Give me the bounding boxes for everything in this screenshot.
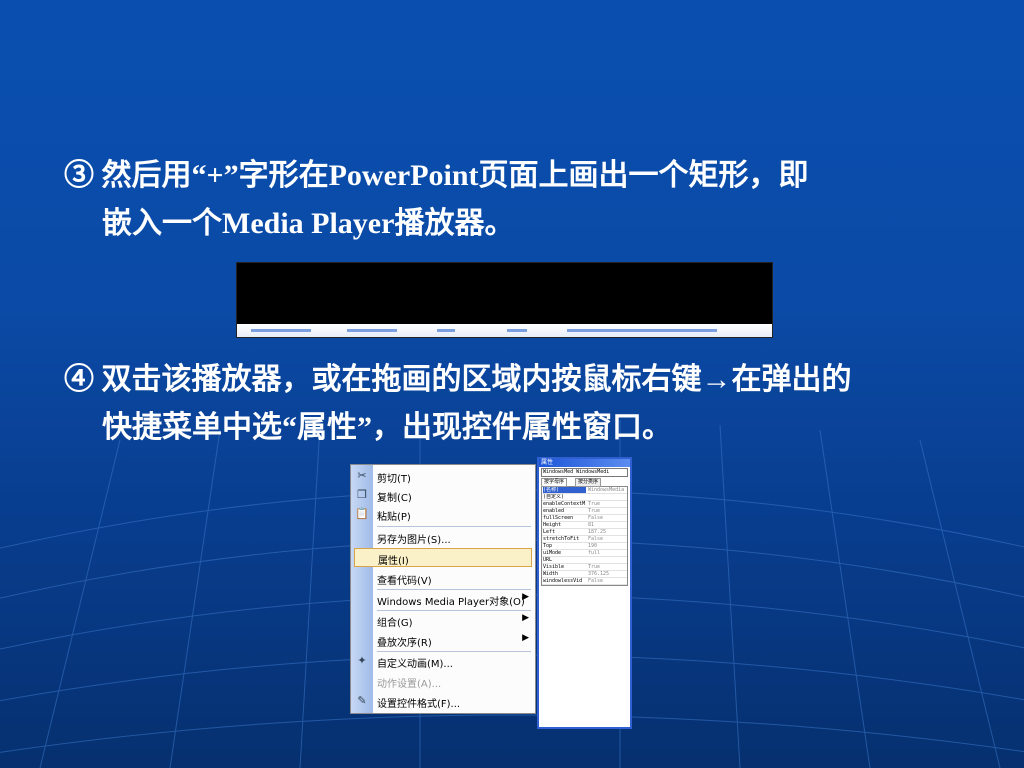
media-player-embed[interactable]	[236, 262, 773, 338]
format-control-icon: ✎	[357, 694, 367, 707]
property-row[interactable]: Width 376.125	[542, 571, 627, 578]
scissors-icon: ✂	[357, 469, 367, 482]
property-grid: (名称) WindowsMedia (自定义) enableContextM True e…	[541, 486, 628, 586]
property-name: Height	[543, 522, 562, 528]
property-value[interactable]: full	[588, 550, 627, 556]
step-3-line-1: ③ 然后用“+”字形在PowerPoint页面上画出一个矩形，即	[64, 159, 809, 192]
property-name: uiMode	[543, 550, 562, 556]
property-row[interactable]: windowlessVid False	[542, 578, 627, 585]
property-row[interactable]: enableContextM True	[542, 501, 627, 508]
properties-title: 属性	[539, 459, 630, 467]
menu-item-save-as-picture[interactable]: 另存为图片(S)...	[351, 528, 535, 547]
step-4-text: ④ 双击该播放器，或在拖画的区域内按鼠标右键→在弹出的 快捷菜单中选“属性”，出…	[64, 356, 964, 452]
property-value[interactable]: 190	[588, 543, 627, 549]
property-name: Width	[543, 571, 559, 577]
context-menu: ✂ 剪切(T) ❐ 复制(C) 📋 粘贴(P) 另存为图片(S)... 属性(I…	[350, 464, 536, 714]
paste-icon: 📋	[355, 507, 369, 520]
property-row[interactable]: uiMode full	[542, 550, 627, 557]
property-row[interactable]: Left 187.25	[542, 529, 627, 536]
tab-alphabetic[interactable]: 按字母序	[541, 478, 568, 487]
property-name: Top	[543, 543, 553, 549]
menu-item-properties[interactable]: 属性(I)	[354, 548, 532, 567]
property-name: (自定义)	[543, 494, 565, 500]
submenu-arrow-icon: ▶	[522, 592, 529, 602]
menu-item-action-settings: 动作设置(A)...	[377, 679, 442, 690]
property-value[interactable]: 187.25	[588, 529, 627, 535]
property-value[interactable]: 376.125	[588, 571, 627, 577]
property-row[interactable]: stretchToFit False	[542, 536, 627, 543]
properties-window: 属性 WindowsMed WindowsMedi 按字母序 按分类序 (名称)…	[537, 457, 632, 729]
object-selector[interactable]: WindowsMed WindowsMedi	[541, 468, 628, 477]
step-3-text: ③ 然后用“+”字形在PowerPoint页面上画出一个矩形，即 嵌入一个Med…	[64, 152, 964, 248]
property-value[interactable]: False	[588, 536, 627, 542]
property-name: windowlessVid	[543, 578, 583, 584]
property-row[interactable]: URL	[542, 557, 627, 564]
property-value[interactable]: True	[588, 508, 627, 514]
property-name: stretchToFit	[543, 536, 580, 542]
menu-item-copy[interactable]: ❐ 复制(C)	[351, 486, 535, 505]
property-name: enabled	[543, 508, 565, 514]
submenu-arrow-icon: ▶	[522, 613, 529, 623]
step-4-line-2: 快捷菜单中选“属性”，出现控件属性窗口。	[102, 411, 672, 444]
properties-tabs: 按字母序 按分类序	[541, 478, 628, 487]
player-controls-bar[interactable]	[237, 324, 772, 337]
property-name: URL	[543, 557, 553, 563]
property-value[interactable]: False	[588, 578, 627, 584]
step-3-line-2: 嵌入一个Media Player播放器。	[102, 207, 515, 240]
tab-categorized[interactable]: 按分类序	[575, 478, 602, 487]
property-value[interactable]: WindowsMedia	[588, 487, 627, 493]
property-row[interactable]: (名称) WindowsMedia	[542, 487, 627, 494]
menu-item-format-control[interactable]: ✎ 设置控件格式(F)...	[351, 692, 535, 711]
property-value[interactable]: True	[588, 501, 627, 507]
menu-item-order[interactable]: 叠放次序(R) ▶	[351, 631, 535, 650]
menu-item-view-code[interactable]: 查看代码(V)	[351, 569, 535, 588]
submenu-arrow-icon: ▶	[522, 633, 529, 643]
property-row[interactable]: (自定义)	[542, 494, 627, 501]
property-value[interactable]: 81	[588, 522, 627, 528]
custom-animation-icon: ✦	[357, 654, 367, 667]
property-name: (名称)	[543, 487, 586, 493]
property-row[interactable]: Visible True	[542, 564, 627, 571]
property-row[interactable]: Top 190	[542, 543, 627, 550]
step-4-line-1: ④ 双击该播放器，或在拖画的区域内按鼠标右键→在弹出的	[64, 363, 852, 396]
property-name: enableContextM	[543, 501, 586, 507]
menu-item-custom-animation[interactable]: ✦ 自定义动画(M)...	[351, 652, 535, 671]
menu-item-wmp-object[interactable]: Windows Media Player对象(O) ▶	[351, 590, 535, 609]
menu-item-group[interactable]: 组合(G) ▶	[351, 611, 535, 630]
menu-separator	[377, 526, 531, 527]
property-value[interactable]: True	[588, 564, 627, 570]
property-value[interactable]: False	[588, 515, 627, 521]
property-name: Visible	[543, 564, 565, 570]
copy-icon: ❐	[357, 488, 367, 501]
property-name: Left	[543, 529, 556, 535]
menu-item-cut[interactable]: ✂ 剪切(T)	[351, 467, 535, 486]
property-row[interactable]: Height 81	[542, 522, 627, 529]
property-row[interactable]: enabled True	[542, 508, 627, 515]
property-name: fullScreen	[543, 515, 574, 521]
menu-item-paste[interactable]: 📋 粘贴(P)	[351, 505, 535, 524]
property-row[interactable]: fullScreen False	[542, 515, 627, 522]
